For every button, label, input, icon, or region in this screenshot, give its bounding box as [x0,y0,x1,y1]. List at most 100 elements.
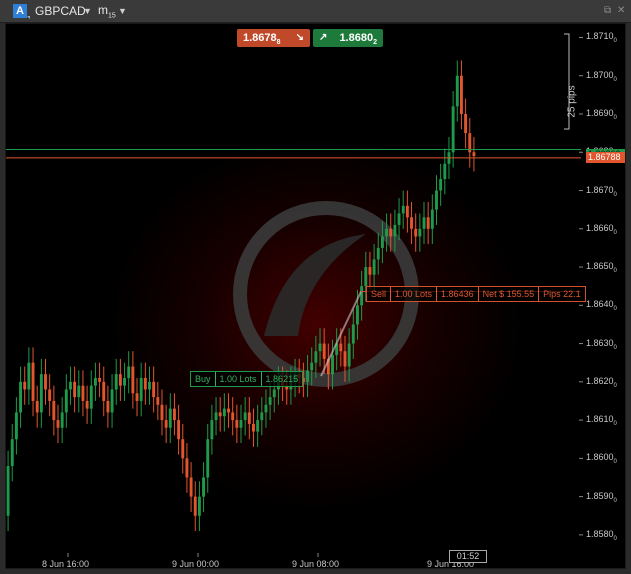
price-axis-label: 1.86000 [586,452,617,466]
sell-position-pips: Pips 22.1 [543,289,581,299]
account-badge-icon[interactable]: A [13,4,27,18]
candle-body [210,420,214,440]
sell-position-label[interactable]: Sell 1.00 Lots 1.86436 Net $ 155.55 Pips 22.… [366,286,586,302]
candle-body [239,420,243,428]
chart-toolbar: A GBPCAD ▼ m15 ▼ ⧉ ✕ [0,0,631,23]
candle-body [464,114,468,134]
price-axis-label-suffix: 0 [613,267,617,274]
candle-body [455,75,459,107]
candle-body [177,420,181,440]
candle-body [19,381,23,413]
sell-button[interactable]: 1.86788 ↘ [237,29,310,47]
candle-body [127,366,131,378]
buy-position-label[interactable]: Buy 1.00 Lots 1.86215 [190,371,304,387]
candle-body [135,393,139,401]
candle-body [322,343,326,359]
buy-price-sub: 2 [373,39,377,47]
sell-price-main: 1.8678 [243,32,277,44]
candle-body [93,378,97,386]
detach-icon[interactable]: ⧉ [604,5,611,16]
candle-body [343,351,347,367]
candle-body [397,213,401,225]
candle-body [218,412,222,417]
candle-body [48,389,52,401]
candle-body [131,366,135,394]
price-axis-label: 1.86500 [586,261,617,274]
timeframe-main: m [98,3,108,17]
candle-body [385,228,389,237]
candle-body [426,217,430,229]
candle-body [193,496,197,516]
price-axis-label: 1.86900 [586,108,617,121]
sell-position-price: 1.86436 [437,287,479,301]
price-axis-label: 1.86400 [586,299,617,313]
candle-body [227,408,230,413]
symbol-selector[interactable]: GBPCAD [35,4,86,18]
candle-body [197,496,201,516]
symbol-dropdown-icon[interactable]: ▼ [83,6,92,16]
candle-body [60,412,64,428]
candle-body [405,205,409,218]
candle-body [202,477,206,497]
candle-body [44,374,47,390]
candle-body [372,259,376,275]
candle-body [331,355,334,375]
candle-body [243,412,247,421]
chart-area[interactable]: 1.86788 ↘ ↗ 1.86802 1.87100 1.87000 1.8690… [5,23,626,569]
price-axis-label-suffix: 0 [613,76,617,83]
candle-body [164,420,168,428]
candle-body [443,163,447,180]
price-axis-label: 1.85900 [586,490,617,504]
price-axis-label: 1.86700 [586,184,617,198]
time-axis-label: 9 Jun 00:00 [172,559,220,569]
price-axis-label-suffix: 0 [613,535,617,542]
sell-arrow-icon: ↘ [295,32,304,43]
price-axis-label-suffix: 0 [613,114,617,121]
candle-body [139,378,143,401]
bid-price-tag: 1.86788 [586,152,625,163]
candle-body [351,324,355,344]
candle-body [77,385,81,398]
candle-body [252,423,255,432]
candle-body [435,190,438,210]
time-axis-label: 9 Jun 08:00 [292,559,340,569]
price-axis-label-suffix: 0 [613,382,617,389]
candle-body [189,477,193,497]
candle-body [380,236,384,248]
candle-body [389,228,393,237]
timeframe-selector[interactable]: m15 [98,3,116,19]
candle-body [102,381,106,401]
candle-body [52,400,56,421]
candle-body [410,217,413,229]
candle-body [118,374,122,386]
timeframe-dropdown-icon[interactable]: ▼ [118,6,127,16]
price-axis-label: 1.86600 [586,222,617,236]
candle-body [439,179,443,191]
price-axis-label-suffix: 0 [613,306,617,313]
price-axis-label: 1.86100 [586,414,617,427]
buy-position-side: Buy [191,372,216,386]
price-axis-label-suffix: 0 [613,497,617,504]
candle-body [418,228,422,237]
close-icon[interactable]: ✕ [617,5,625,16]
candle-body [106,400,110,413]
candle-body [376,247,380,260]
candle-body [272,389,276,398]
candle-body [148,381,151,390]
candle-body [181,439,185,459]
candle-body [14,412,18,440]
candle-body [35,400,39,413]
candle-body [214,412,218,421]
candle-body [23,381,27,390]
candle-body [356,305,359,325]
sell-position-side: Sell [367,287,392,301]
candle-body [168,408,172,428]
candle-body [143,378,147,390]
candle-body [414,228,418,237]
buy-button[interactable]: ↗ 1.86802 [313,29,383,47]
candle-body [39,374,43,413]
candle-body [123,378,126,386]
candle-body [472,152,476,157]
candle-body [256,420,260,432]
ruler-label: 25 pips [566,85,578,118]
